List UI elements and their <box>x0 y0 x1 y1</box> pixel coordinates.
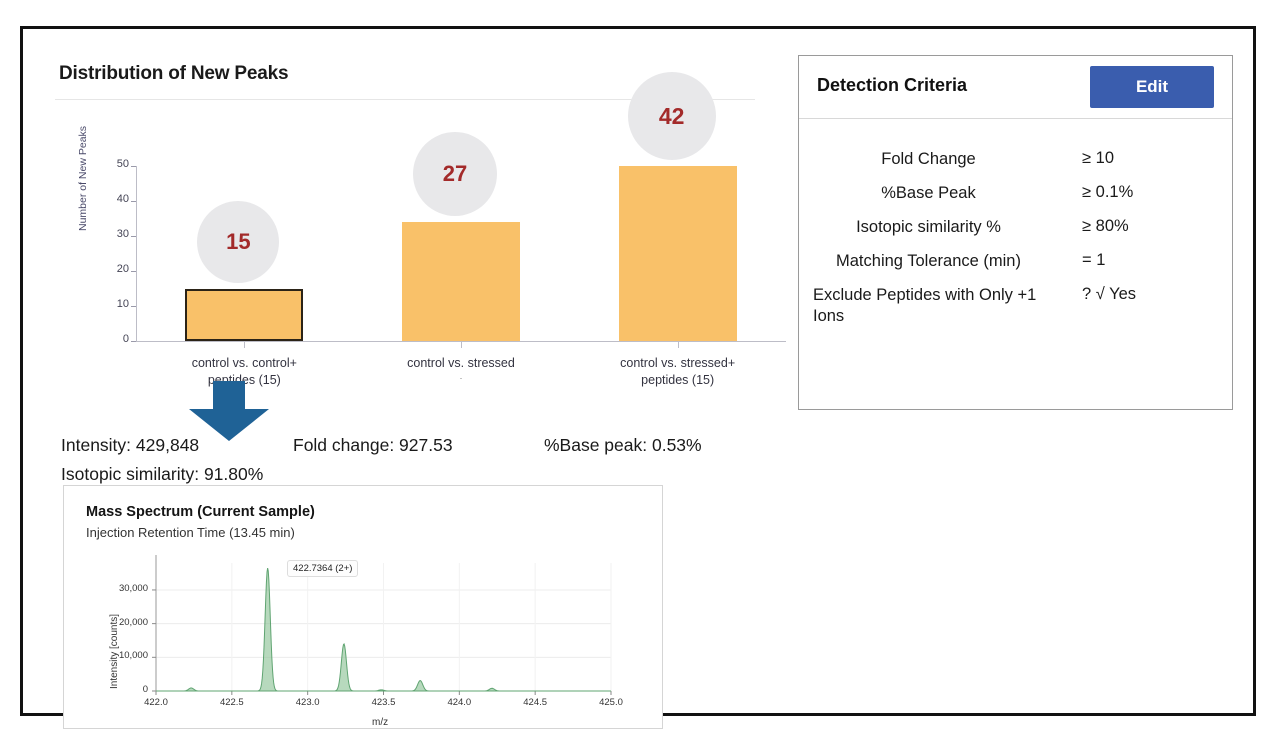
bar-chart-y-tick-label: 20 <box>116 263 129 275</box>
criteria-row-label: Matching Tolerance (min) <box>836 252 1021 270</box>
bar-chart-y-axis-label: Number of New Peaks <box>77 125 89 231</box>
bar[interactable] <box>185 288 304 341</box>
criteria-row-label: Exclude Peptides with Only +1 Ions <box>813 286 1037 325</box>
mass-spectrum-x-tick-label: 425.0 <box>599 697 623 708</box>
criteria-row-value: ? √ Yes <box>1082 285 1137 303</box>
metric-isotopic-similarity: Isotopic similarity: 91.80% <box>61 464 264 484</box>
detection-criteria-header: Detection Criteria Edit <box>799 56 1232 119</box>
bar-chart-y-tickmark <box>131 306 136 307</box>
criteria-row-value: ≥ 10 <box>1082 149 1114 167</box>
down-arrow-icon <box>181 381 277 441</box>
criteria-row-label: Fold Change <box>881 150 976 168</box>
bar-chart-y-tick-label: 50 <box>116 158 129 170</box>
bar-value-bubble: 42 <box>627 72 716 160</box>
detection-criteria-card: Detection Criteria Edit Fold Change ≥ 10%… <box>798 55 1233 410</box>
bar-value-bubble: 15 <box>197 200 280 283</box>
metric-base-peak: %Base peak: 0.53% <box>544 435 702 455</box>
bar[interactable] <box>402 222 520 341</box>
criteria-row-label: Isotopic similarity % <box>856 218 1001 236</box>
mass-spectrum-y-tick-label: 30,000 <box>118 582 148 594</box>
criteria-row-value: ≥ 80% <box>1082 217 1129 235</box>
bar-chart-y-tickmark <box>131 166 136 167</box>
page-title: Distribution of New Peaks <box>59 63 289 84</box>
bar-chart-y-tick-label: 10 <box>116 298 129 310</box>
mass-spectrum-x-axis-label: m/z <box>372 717 389 728</box>
mass-spectrum-panel: Mass Spectrum (Current Sample) Injection… <box>63 485 663 729</box>
bar-chart-x-tickmark <box>461 342 462 348</box>
metric-fold-change: Fold change: 927.53 <box>293 435 453 455</box>
mass-spectrum-y-tick-label: 20,000 <box>118 616 148 628</box>
bar-chart-y-ticks: 0 10 20 30 40 50 <box>97 103 129 345</box>
mass-spectrum-subtitle: Injection Retention Time (13.45 min) <box>86 525 295 540</box>
bar-chart-y-tick-label: 30 <box>116 228 129 240</box>
bar-chart-x-tickmark <box>244 342 246 348</box>
bar-chart-x-tick-label: control vs. stressed+ peptides (15) <box>620 356 736 387</box>
detection-criteria-rows: Fold Change ≥ 10 %Base Peak ≥ 0.1% Isotopic … <box>799 119 1232 337</box>
mass-spectrum-x-tick-label: 422.0 <box>144 697 168 708</box>
mass-spectrum-title: Mass Spectrum (Current Sample) <box>86 504 315 520</box>
bar-chart-x-tickmark <box>677 342 679 348</box>
criteria-row-value: = 1 <box>1082 251 1106 269</box>
screenshot-root: Distribution of New Peaks Number of New … <box>0 0 1280 740</box>
peak-metrics-row-1: Intensity: 429,848 Fold change: 927.53 %… <box>61 435 781 464</box>
bar-value-bubble: 27 <box>413 132 497 216</box>
content-frame: Distribution of New Peaks Number of New … <box>20 26 1256 729</box>
criteria-row: Matching Tolerance (min) = 1 <box>799 251 1232 285</box>
bar-chart-y-tick-label: 40 <box>116 193 129 205</box>
criteria-row: Exclude Peptides with Only +1 Ions ? √ Ye… <box>799 285 1232 337</box>
bar-chart-y-tickmark <box>131 271 136 272</box>
criteria-row: %Base Peak ≥ 0.1% <box>799 183 1232 217</box>
criteria-row: Isotopic similarity % ≥ 80% <box>799 217 1232 251</box>
mass-spectrum-x-tick-label: 423.0 <box>295 697 320 708</box>
criteria-row-label: %Base Peak <box>881 184 976 202</box>
bar-chart-plot: Number of New Peaks 0 10 20 30 40 50 15 27 42 c… <box>39 72 786 387</box>
mass-spectrum-x-tick-label: 424.5 <box>523 697 548 708</box>
distribution-chart-card: Distribution of New Peaks Number of New … <box>39 45 786 387</box>
bar-chart-x-tick-label: control vs. stressed · <box>407 356 515 383</box>
bar-chart-y-tickmark <box>131 236 136 237</box>
bar[interactable] <box>618 166 737 341</box>
bar-chart-y-tickmark <box>131 201 136 202</box>
metric-intensity: Intensity: 429,848 <box>61 435 200 455</box>
edit-button[interactable]: Edit <box>1090 66 1214 108</box>
mass-spectrum-y-tick-label: 0 <box>142 684 148 695</box>
criteria-row-value: ≥ 0.1% <box>1082 183 1134 201</box>
bar-chart-y-tick-label: 0 <box>122 333 129 345</box>
mass-spectrum-peak-tooltip: 422.7364 (2+) <box>287 560 359 577</box>
criteria-row: Fold Change ≥ 10 <box>799 149 1232 183</box>
mass-spectrum-y-tick-label: 10,000 <box>118 650 148 662</box>
mass-spectrum-x-tick-label: 423.5 <box>371 697 396 708</box>
mass-spectrum-x-tick-label: 422.5 <box>219 697 244 708</box>
bar-chart-y-tickmark <box>131 341 136 342</box>
mass-spectrum-x-tick-label: 424.0 <box>447 697 472 708</box>
detection-criteria-title: Detection Criteria <box>817 75 968 95</box>
